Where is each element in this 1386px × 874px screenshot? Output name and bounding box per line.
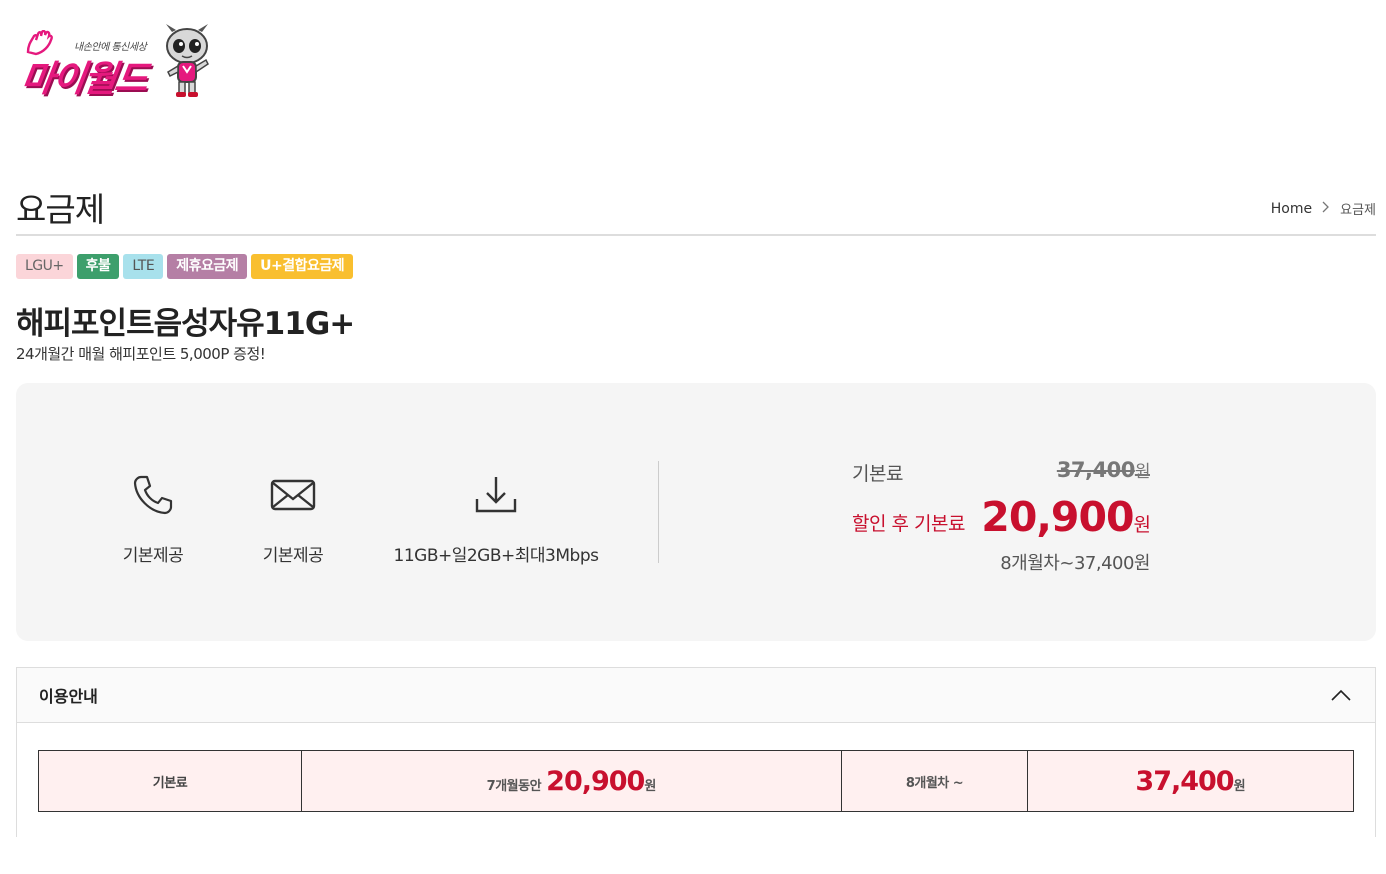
currency-unit: 원	[1134, 462, 1151, 482]
title-divider	[16, 234, 1376, 236]
base-fee-original: 37,400원	[1056, 457, 1151, 482]
fee-table-period2-cell: 37,400원	[1027, 750, 1354, 812]
envelope-icon	[248, 471, 338, 519]
breadcrumb-home-link[interactable]: Home	[1271, 201, 1312, 217]
feature-call-label: 기본제공	[122, 546, 184, 566]
site-logo[interactable]: 내손안에 통신세상 마이월드	[19, 22, 216, 100]
feature-call: 기본제공	[108, 471, 198, 566]
feature-sms: 기본제공	[248, 471, 338, 566]
fee-table-label: 기본료	[152, 775, 188, 791]
page-title: 요금제	[16, 190, 105, 229]
tag-network: LTE	[123, 254, 164, 279]
usage-info-title: 이용안내	[39, 687, 98, 706]
feature-data-label: 11GB+일2GB+최대3Mbps	[393, 546, 599, 566]
plan-tags: LGU+ 후불 LTE 제휴요금제 U+결합요금제	[16, 254, 354, 279]
usage-info-accordion: 이용안내 기본료 7개월동안 20,900원 8개월차 ~ 37,400원	[16, 667, 1376, 837]
breadcrumb: Home 요금제	[1271, 199, 1376, 219]
chevron-up-icon[interactable]	[1329, 683, 1353, 707]
period2-amount: 37,400	[1135, 765, 1234, 797]
currency-unit: 원	[1233, 778, 1246, 794]
tag-combo-plan: U+결합요금제	[251, 254, 354, 279]
download-icon	[392, 471, 600, 519]
logo-wordmark: 마이월드	[18, 59, 149, 100]
period1-prefix: 7개월동안	[486, 778, 542, 794]
period1-amount: 20,900	[546, 765, 645, 797]
base-fee-amount: 37,400	[1056, 458, 1136, 482]
table-row: 기본료 7개월동안 20,900원 8개월차 ~ 37,400원	[38, 750, 1354, 812]
panel-divider	[658, 461, 659, 563]
fee-table: 기본료 7개월동안 20,900원 8개월차 ~ 37,400원	[38, 750, 1354, 812]
currency-unit: 원	[1133, 514, 1152, 536]
usage-info-header[interactable]: 이용안내	[17, 668, 1375, 723]
breadcrumb-current: 요금제	[1340, 203, 1376, 218]
feature-data: 11GB+일2GB+최대3Mbps	[392, 471, 600, 566]
currency-unit: 원	[644, 778, 657, 794]
plan-description: 24개월간 매월 해피포인트 5,000P 증정!	[16, 345, 266, 363]
chevron-right-icon	[1322, 201, 1330, 217]
tag-carrier: LGU+	[16, 254, 73, 279]
after-discount-note: 8개월차~37,400원	[1000, 553, 1150, 574]
tag-postpaid: 후불	[76, 254, 120, 279]
mascot-icon	[166, 24, 209, 97]
fee-table-period2-label-cell: 8개월차 ~	[841, 750, 1028, 812]
phone-icon	[108, 471, 198, 519]
discount-fee-amount: 20,900	[981, 493, 1134, 541]
period2-label: 8개월차 ~	[905, 775, 964, 791]
fee-table-period1-cell: 7개월동안 20,900원	[301, 750, 842, 812]
plan-summary-panel: 기본제공 기본제공 11GB+일2GB+최대3Mbps 기본료 37,400원 …	[16, 383, 1376, 641]
feature-sms-label: 기본제공	[262, 546, 324, 566]
plan-name: 해피포인트음성자유11G+	[16, 306, 355, 342]
discount-fee: 20,900원	[981, 493, 1152, 541]
tag-partner-plan: 제휴요금제	[167, 254, 248, 279]
fee-table-label-cell: 기본료	[38, 750, 302, 812]
base-fee-label: 기본료	[852, 463, 903, 485]
discount-fee-label: 할인 후 기본료	[852, 513, 965, 535]
